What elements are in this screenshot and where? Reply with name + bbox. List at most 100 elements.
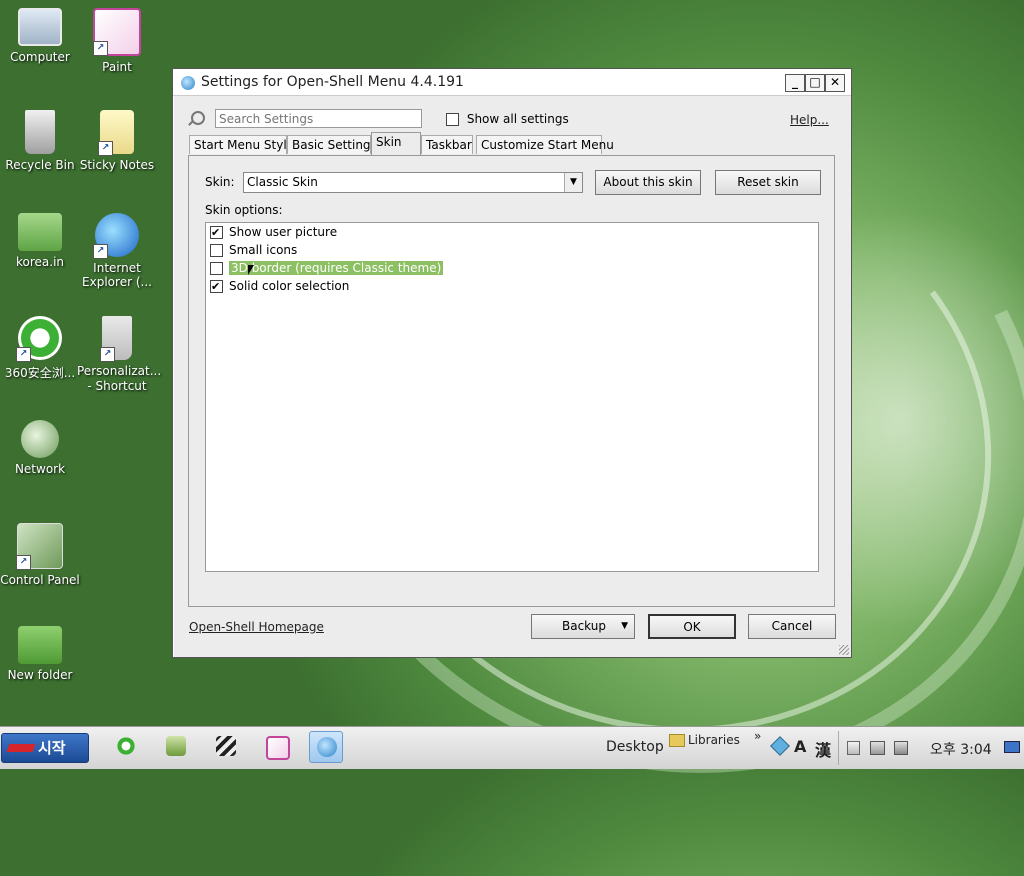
checkbox[interactable] (446, 113, 459, 126)
backup-button[interactable]: Backup ▼ (531, 614, 635, 639)
start-flag-icon (6, 744, 36, 752)
recycle-bin-icon (25, 110, 55, 154)
reset-skin-button[interactable]: Reset skin (715, 170, 821, 195)
shortcut-arrow-icon: ↗ (16, 347, 31, 362)
tab-start-menu-style[interactable]: Start Menu Style (189, 135, 294, 154)
skin-panel: Skin: Classic Skin ▼ About this skin Res… (188, 155, 835, 607)
volume-muted-icon[interactable] (894, 741, 908, 755)
dialog-titlebar[interactable]: Settings for Open-Shell Menu 4.4.191 _ □… (173, 69, 851, 96)
desktop-icon-personalization[interactable]: ↗ Personalizat... - Shortcut (77, 316, 162, 394)
option-label: Show user picture (229, 225, 338, 239)
desktop-icon-recycle-bin[interactable]: Recycle Bin (0, 110, 80, 172)
option-label: Small icons (229, 243, 298, 257)
resize-grip-icon[interactable] (839, 645, 849, 655)
settings-dialog: Settings for Open-Shell Menu 4.4.191 _ □… (172, 68, 852, 658)
list-item[interactable]: Small icons (210, 242, 297, 259)
document-icon (166, 736, 186, 756)
show-all-settings-checkbox[interactable]: Show all settings (446, 112, 569, 126)
desktop-icon-label: Paint (102, 60, 132, 74)
shortcut-arrow-icon: ↗ (93, 244, 108, 259)
shortcut-arrow-icon: ↗ (98, 141, 113, 156)
skin-options-list: Show user picture Small icons 3D border … (205, 222, 819, 572)
open-shell-icon (317, 737, 337, 757)
clock[interactable]: 오후 3:04 (930, 739, 992, 759)
minimize-button[interactable]: _ (785, 74, 805, 92)
desktop-icon-label: Personalizat... - Shortcut (77, 364, 162, 393)
internet-explorer-icon (116, 736, 136, 756)
desktop-icon-control-panel[interactable]: ↗ Control Panel (0, 523, 80, 587)
skin-select-value: Classic Skin (247, 175, 318, 189)
desktop-icon-label: Control Panel (0, 573, 80, 587)
browser-360-icon: ↗ (16, 316, 62, 362)
chevron-down-icon: ▼ (621, 621, 628, 631)
libraries-label[interactable]: Libraries (688, 733, 740, 747)
internet-explorer-icon: ↗ (93, 213, 139, 259)
search-icon (191, 111, 205, 125)
backup-label: Backup (562, 619, 606, 633)
desktop-icon-computer[interactable]: Computer (0, 8, 80, 64)
desktop-toolbar-label[interactable]: Desktop (606, 739, 664, 755)
desktop-icon-network[interactable]: Network (0, 420, 80, 476)
desktop-icon-internet-explorer[interactable]: ↗ Internet Explorer (... (77, 213, 157, 289)
action-center-flag-icon[interactable] (847, 741, 860, 755)
checkbox[interactable] (210, 244, 223, 257)
close-button[interactable]: ✕ (825, 74, 845, 92)
libraries-icon (669, 734, 685, 747)
cancel-button[interactable]: Cancel (748, 614, 836, 639)
ime-mode-hanja[interactable]: 漢 (815, 737, 831, 761)
taskbar: 시작 Desktop Libraries » A 漢 오후 3:04 (0, 726, 1024, 769)
chevron-down-icon[interactable]: ▼ (564, 173, 582, 192)
checkbox[interactable] (210, 224, 223, 241)
list-item[interactable]: Show user picture (210, 224, 337, 241)
folder-icon (18, 626, 62, 664)
desktop-icon-paint[interactable]: ↗ Paint (77, 8, 157, 74)
desktop-icon-label: 360安全浏... (4, 366, 76, 380)
shortcut-arrow-icon: ↗ (93, 41, 108, 56)
desktop-icon-label: Internet Explorer (... (82, 261, 152, 289)
tab-basic-settings[interactable]: Basic Settings (287, 135, 377, 154)
computer-icon (18, 8, 62, 46)
taskbar-media[interactable] (209, 731, 243, 763)
ok-button[interactable]: OK (648, 614, 736, 639)
skin-select[interactable]: Classic Skin ▼ (243, 172, 583, 193)
shortcut-arrow-icon: ↗ (100, 347, 115, 362)
language-bar-icon[interactable] (770, 736, 790, 756)
maximize-button[interactable]: □ (805, 74, 825, 92)
paint-icon (266, 736, 290, 760)
desktop-icon-new-folder[interactable]: New folder (0, 626, 80, 682)
checkbox[interactable] (210, 262, 223, 275)
taskbar-app[interactable] (159, 731, 193, 763)
help-link[interactable]: Help... (790, 113, 829, 127)
taskbar-paint[interactable] (259, 731, 293, 763)
skin-options-label: Skin options: (205, 203, 283, 217)
shortcut-arrow-icon: ↗ (16, 555, 31, 570)
tab-skin[interactable]: Skin (371, 132, 421, 155)
search-input[interactable] (215, 109, 422, 128)
desktop-icon-label: New folder (7, 668, 73, 682)
control-panel-icon: ↗ (16, 523, 63, 570)
desktop-icon-label: korea.in (15, 255, 65, 269)
desktop-icon-360-browser[interactable]: ↗ 360安全浏... (0, 316, 80, 381)
mouse-pointer-icon (248, 265, 254, 275)
tab-taskbar[interactable]: Taskbar (421, 135, 473, 154)
network-status-icon[interactable] (870, 741, 885, 755)
start-label: 시작 (38, 739, 66, 757)
checkbox[interactable] (210, 278, 223, 295)
open-shell-homepage-link[interactable]: Open-Shell Homepage (189, 620, 324, 634)
dialog-title: Settings for Open-Shell Menu 4.4.191 (201, 74, 464, 90)
about-skin-button[interactable]: About this skin (595, 170, 701, 195)
option-label: Solid color selection (229, 279, 350, 293)
taskbar-internet-explorer[interactable] (109, 731, 143, 763)
taskbar-open-shell[interactable] (309, 731, 343, 763)
tab-customize-start-menu[interactable]: Customize Start Menu (476, 135, 614, 154)
desktop-icon-korea-in[interactable]: korea.in (0, 213, 80, 269)
list-item[interactable]: Solid color selection (210, 278, 349, 295)
personalization-icon: ↗ (100, 316, 132, 362)
list-item[interactable]: 3D border (requires Classic theme) (210, 260, 444, 277)
toolbar-overflow-button[interactable]: » (754, 729, 761, 743)
desktop-icon-sticky-notes[interactable]: ↗ Sticky Notes (77, 110, 157, 172)
start-button[interactable]: 시작 (1, 733, 89, 763)
ime-mode-a[interactable]: A (794, 737, 806, 756)
clapper-icon (216, 736, 236, 756)
show-desktop-icon[interactable] (1004, 741, 1020, 753)
